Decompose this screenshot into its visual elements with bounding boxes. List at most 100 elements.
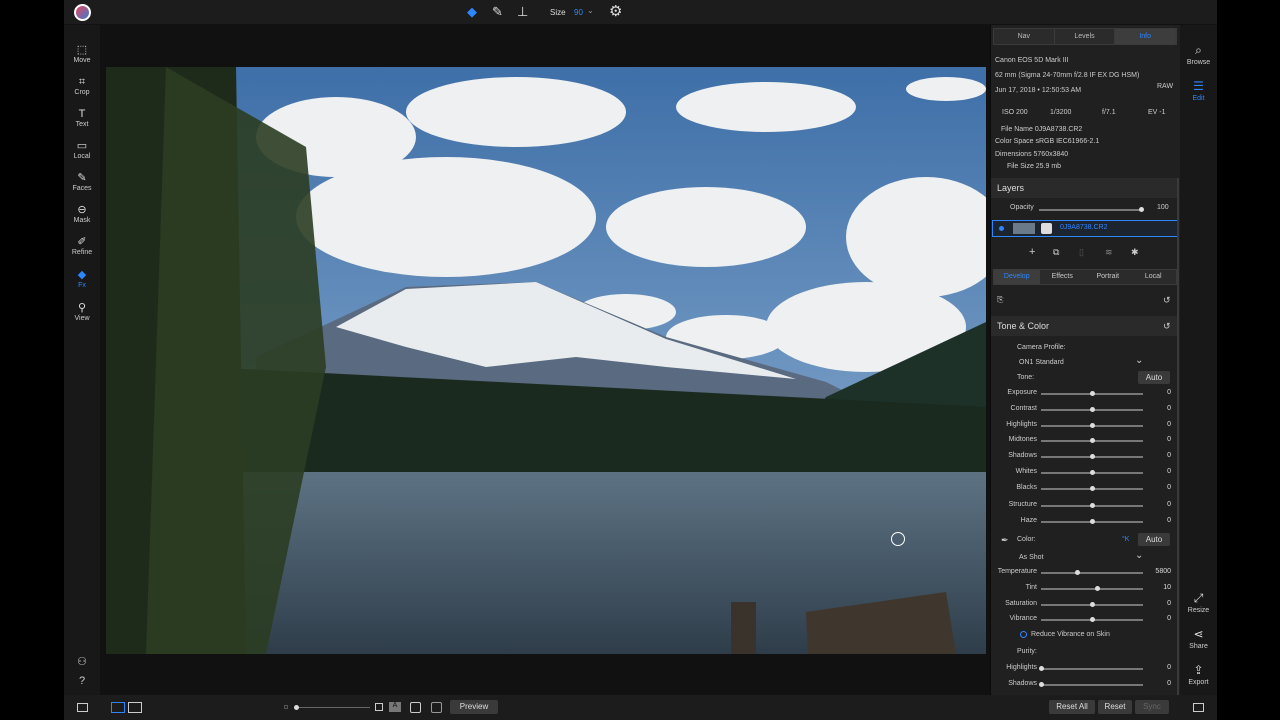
slider-knob[interactable] xyxy=(1090,519,1095,524)
brush-icon[interactable]: ◆ xyxy=(467,4,477,20)
tool-refine[interactable]: ✐ Refine xyxy=(64,235,100,256)
brush-view-icon[interactable] xyxy=(431,702,442,713)
eyedropper-icon[interactable]: ✒ xyxy=(1001,535,1009,546)
tool-text[interactable]: T Text xyxy=(64,107,100,128)
slider-knob[interactable] xyxy=(1090,438,1095,443)
right-mode-strip: ⌕ Browse ☰ Edit ⤢ Resize ⋖ Share ⇪ Export xyxy=(1180,25,1217,695)
zoom-out-icon[interactable] xyxy=(284,705,288,709)
text-overlay-icon[interactable]: A xyxy=(389,702,401,712)
chevron-down-icon[interactable]: ⌄ xyxy=(1135,355,1143,366)
tab-local[interactable]: Local xyxy=(1131,270,1177,284)
tab-info[interactable]: Info xyxy=(1115,29,1177,44)
user-icon[interactable]: ⚇ xyxy=(64,655,100,668)
slider-track[interactable] xyxy=(1041,572,1143,574)
reset-develop-icon[interactable]: ↺ xyxy=(1163,295,1171,306)
opacity-slider[interactable] xyxy=(1039,209,1141,211)
mask-view-icon[interactable] xyxy=(410,702,421,713)
reset-all-button[interactable]: Reset All xyxy=(1049,700,1095,714)
view-icon: ⚲ xyxy=(77,302,87,314)
zoom-in-icon[interactable] xyxy=(375,703,383,711)
image-canvas[interactable] xyxy=(100,25,990,695)
slider-knob[interactable] xyxy=(1090,454,1095,459)
resize-icon: ⤢ xyxy=(1193,591,1204,605)
tab-levels[interactable]: Levels xyxy=(1055,29,1116,44)
layer-visibility-icon[interactable] xyxy=(999,226,1004,231)
reset-button[interactable]: Reset xyxy=(1098,700,1132,714)
slider-knob[interactable] xyxy=(1090,407,1095,412)
slider-knob[interactable] xyxy=(1095,586,1101,591)
slider-track[interactable] xyxy=(1041,588,1143,590)
zoom-knob[interactable] xyxy=(294,705,299,710)
merge-layer-icon[interactable]: ≋ xyxy=(1105,247,1113,258)
single-view-icon[interactable] xyxy=(111,702,125,713)
slider-knob[interactable] xyxy=(1074,570,1080,575)
tone-color-header[interactable]: Tone & Color xyxy=(991,316,1179,336)
resize-button[interactable]: ⤢ Resize xyxy=(1180,591,1217,614)
toggle-right-panel-icon[interactable] xyxy=(1193,703,1204,712)
help-icon[interactable]: ? xyxy=(64,675,100,687)
eraser-icon[interactable]: ✎ xyxy=(492,4,503,20)
mode-browse[interactable]: ⌕ Browse xyxy=(1180,43,1217,66)
tab-effects[interactable]: Effects xyxy=(1040,270,1086,284)
stamp-icon[interactable]: ⊥ xyxy=(517,4,528,20)
info-camera: Canon EOS 5D Mark III xyxy=(995,57,1069,64)
wb-chevron-down-icon[interactable]: ⌄ xyxy=(1135,550,1143,561)
preview-button[interactable]: Preview xyxy=(450,700,498,714)
slider-knob[interactable] xyxy=(1090,391,1095,396)
slider-track[interactable] xyxy=(1041,684,1143,686)
info-color-space: Color Space sRGB IEC61966-2.1 xyxy=(995,138,1100,145)
slider-knob[interactable] xyxy=(1090,602,1095,607)
share-icon: ⋖ xyxy=(1193,627,1204,641)
app-logo-icon[interactable] xyxy=(74,4,91,21)
color-label: Color: xyxy=(1017,536,1036,543)
gear-icon[interactable]: ⚙ xyxy=(609,2,622,20)
kelvin-toggle[interactable]: °K xyxy=(1122,536,1129,543)
tab-develop[interactable]: Develop xyxy=(994,270,1040,284)
export-button[interactable]: ⇪ Export xyxy=(1180,663,1217,686)
tool-view[interactable]: ⚲ View xyxy=(64,301,100,322)
opacity-knob[interactable] xyxy=(1139,207,1144,212)
share-button[interactable]: ⋖ Share xyxy=(1180,627,1217,650)
zoom-slider[interactable] xyxy=(296,707,370,708)
slider-knob[interactable] xyxy=(1090,423,1095,428)
slider-label: Midtones xyxy=(1008,436,1037,443)
slider-knob[interactable] xyxy=(1090,486,1095,491)
tool-mask[interactable]: ⊖ Mask xyxy=(64,203,100,224)
panel-scrollbar[interactable] xyxy=(1177,178,1179,695)
reset-tone-icon[interactable]: ↺ xyxy=(1163,321,1171,332)
tab-portrait[interactable]: Portrait xyxy=(1085,270,1131,284)
delete-layer-icon[interactable]: ▯ xyxy=(1079,247,1084,258)
preset-icon[interactable]: ⎘ xyxy=(997,295,1003,305)
tool-fx[interactable]: ◆ Fx xyxy=(64,268,100,289)
tool-faces[interactable]: ✎ Faces xyxy=(64,171,100,192)
layer-mask-icon[interactable] xyxy=(1041,223,1052,234)
slider-track[interactable] xyxy=(1041,668,1143,670)
slider-knob[interactable] xyxy=(1090,503,1095,508)
layer-settings-icon[interactable]: ✱ xyxy=(1131,247,1139,258)
tool-crop[interactable]: ⌗ Crop xyxy=(64,75,100,96)
toggle-left-panel-icon[interactable] xyxy=(77,703,88,712)
mode-edit[interactable]: ☰ Edit xyxy=(1180,79,1217,102)
slider-knob[interactable] xyxy=(1039,682,1044,687)
slider-value: 0 xyxy=(1167,389,1171,396)
layer-row[interactable]: 0J9A8738.CR2 xyxy=(992,220,1178,237)
tone-auto-button[interactable]: Auto xyxy=(1138,371,1170,384)
tab-nav[interactable]: Nav xyxy=(994,29,1055,44)
slider-value: 0 xyxy=(1167,501,1171,508)
sync-button[interactable]: Sync xyxy=(1135,700,1169,714)
size-dropdown-icon[interactable]: ⌄ xyxy=(587,6,594,15)
slider-knob[interactable] xyxy=(1090,617,1095,622)
compare-view-icon[interactable] xyxy=(128,702,142,713)
size-value[interactable]: 90 xyxy=(574,8,583,17)
tool-move[interactable]: ⬚ Move xyxy=(64,43,100,64)
layers-header[interactable]: Layers xyxy=(991,178,1179,198)
reduce-vibrance-checkbox[interactable] xyxy=(1020,631,1027,638)
add-layer-icon[interactable]: + xyxy=(1029,246,1035,258)
duplicate-layer-icon[interactable]: ⧉ xyxy=(1053,247,1059,258)
color-auto-button[interactable]: Auto xyxy=(1138,533,1170,546)
white-balance-dropdown[interactable]: As Shot xyxy=(1019,554,1044,561)
camera-profile-dropdown[interactable]: ON1 Standard xyxy=(1019,359,1064,366)
slider-knob[interactable] xyxy=(1039,666,1044,671)
slider-knob[interactable] xyxy=(1090,470,1095,475)
tool-local[interactable]: ▭ Local xyxy=(64,139,100,160)
